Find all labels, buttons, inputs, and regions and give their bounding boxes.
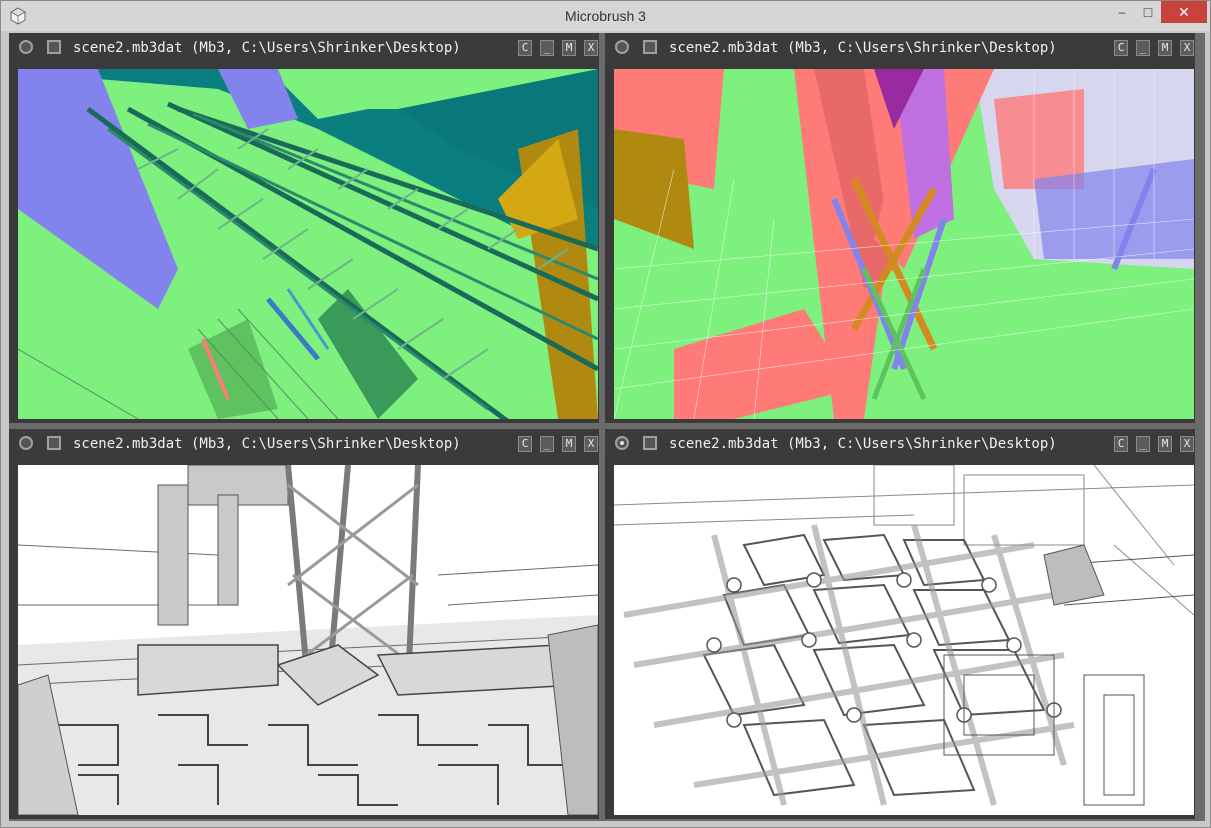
pane-maximize-button[interactable]: M — [562, 436, 576, 452]
pane-minimize-button[interactable]: _ — [1136, 436, 1150, 452]
pane-title: scene2.mb3dat (Mb3, C:\Users\Shrinker\De… — [73, 40, 461, 56]
pane-header[interactable]: scene2.mb3dat (Mb3, C:\Users\Shrinker\De… — [605, 429, 1195, 459]
pane-minimize-button[interactable]: _ — [540, 436, 554, 452]
pane-header[interactable]: scene2.mb3dat (Mb3, C:\Users\Shrinker\De… — [605, 33, 1195, 63]
close-button[interactable]: ✕ — [1161, 1, 1207, 23]
pane-close-button[interactable]: X — [584, 436, 598, 452]
3d-viewport-outline[interactable] — [614, 465, 1194, 815]
pane-c-button[interactable]: C — [1114, 436, 1128, 452]
pane-checkbox[interactable] — [47, 40, 61, 54]
title-bar[interactable]: Microbrush 3 – □ ✕ — [1, 1, 1210, 31]
pane-checkbox[interactable] — [643, 40, 657, 54]
pane-minimize-button[interactable]: _ — [1136, 40, 1150, 56]
pane-checkbox[interactable] — [643, 436, 657, 450]
pane-maximize-button[interactable]: M — [1158, 436, 1172, 452]
pane-close-button[interactable]: X — [1180, 40, 1194, 56]
maximize-icon: □ — [1143, 4, 1153, 20]
pane-checkbox[interactable] — [47, 436, 61, 450]
active-radio-button[interactable] — [615, 40, 629, 54]
pane-title: scene2.mb3dat (Mb3, C:\Users\Shrinker\De… — [73, 436, 461, 452]
scene-render — [18, 69, 598, 419]
3d-viewport-grayscale[interactable] — [18, 465, 598, 815]
pane-header[interactable]: scene2.mb3dat (Mb3, C:\Users\Shrinker\De… — [9, 429, 599, 459]
scene-render — [18, 465, 598, 815]
minimize-button[interactable]: – — [1109, 1, 1135, 23]
pane-maximize-button[interactable]: M — [562, 40, 576, 56]
scene-render — [614, 69, 1194, 419]
viewport-pane-bottom-left: scene2.mb3dat (Mb3, C:\Users\Shrinker\De… — [9, 429, 599, 819]
pane-title: scene2.mb3dat (Mb3, C:\Users\Shrinker\De… — [669, 436, 1057, 452]
app-window: Microbrush 3 – □ ✕ scene2.mb3dat (Mb3, C… — [0, 0, 1211, 828]
minimize-icon: – — [1118, 5, 1126, 19]
pane-header[interactable]: scene2.mb3dat (Mb3, C:\Users\Shrinker\De… — [9, 33, 599, 63]
pane-c-button[interactable]: C — [518, 436, 532, 452]
pane-minimize-button[interactable]: _ — [540, 40, 554, 56]
pane-close-button[interactable]: X — [1180, 436, 1194, 452]
pane-c-button[interactable]: C — [1114, 40, 1128, 56]
scene-render — [614, 465, 1194, 815]
viewport-pane-top-right: scene2.mb3dat (Mb3, C:\Users\Shrinker\De… — [605, 33, 1195, 423]
viewport-pane-bottom-right: scene2.mb3dat (Mb3, C:\Users\Shrinker\De… — [605, 429, 1195, 819]
viewport-pane-top-left: scene2.mb3dat (Mb3, C:\Users\Shrinker\De… — [9, 33, 599, 423]
window-title: Microbrush 3 — [565, 8, 646, 24]
active-radio-button[interactable] — [615, 436, 629, 450]
maximize-button[interactable]: □ — [1135, 1, 1161, 23]
active-radio-button[interactable] — [19, 40, 33, 54]
pane-title: scene2.mb3dat (Mb3, C:\Users\Shrinker\De… — [669, 40, 1057, 56]
viewport-grid: scene2.mb3dat (Mb3, C:\Users\Shrinker\De… — [9, 33, 1205, 821]
close-icon: ✕ — [1178, 3, 1190, 20]
pane-c-button[interactable]: C — [518, 40, 532, 56]
3d-viewport-normals-wire[interactable] — [614, 69, 1194, 419]
pane-close-button[interactable]: X — [584, 40, 598, 56]
3d-viewport-normals[interactable] — [18, 69, 598, 419]
active-radio-button[interactable] — [19, 436, 33, 450]
pane-maximize-button[interactable]: M — [1158, 40, 1172, 56]
